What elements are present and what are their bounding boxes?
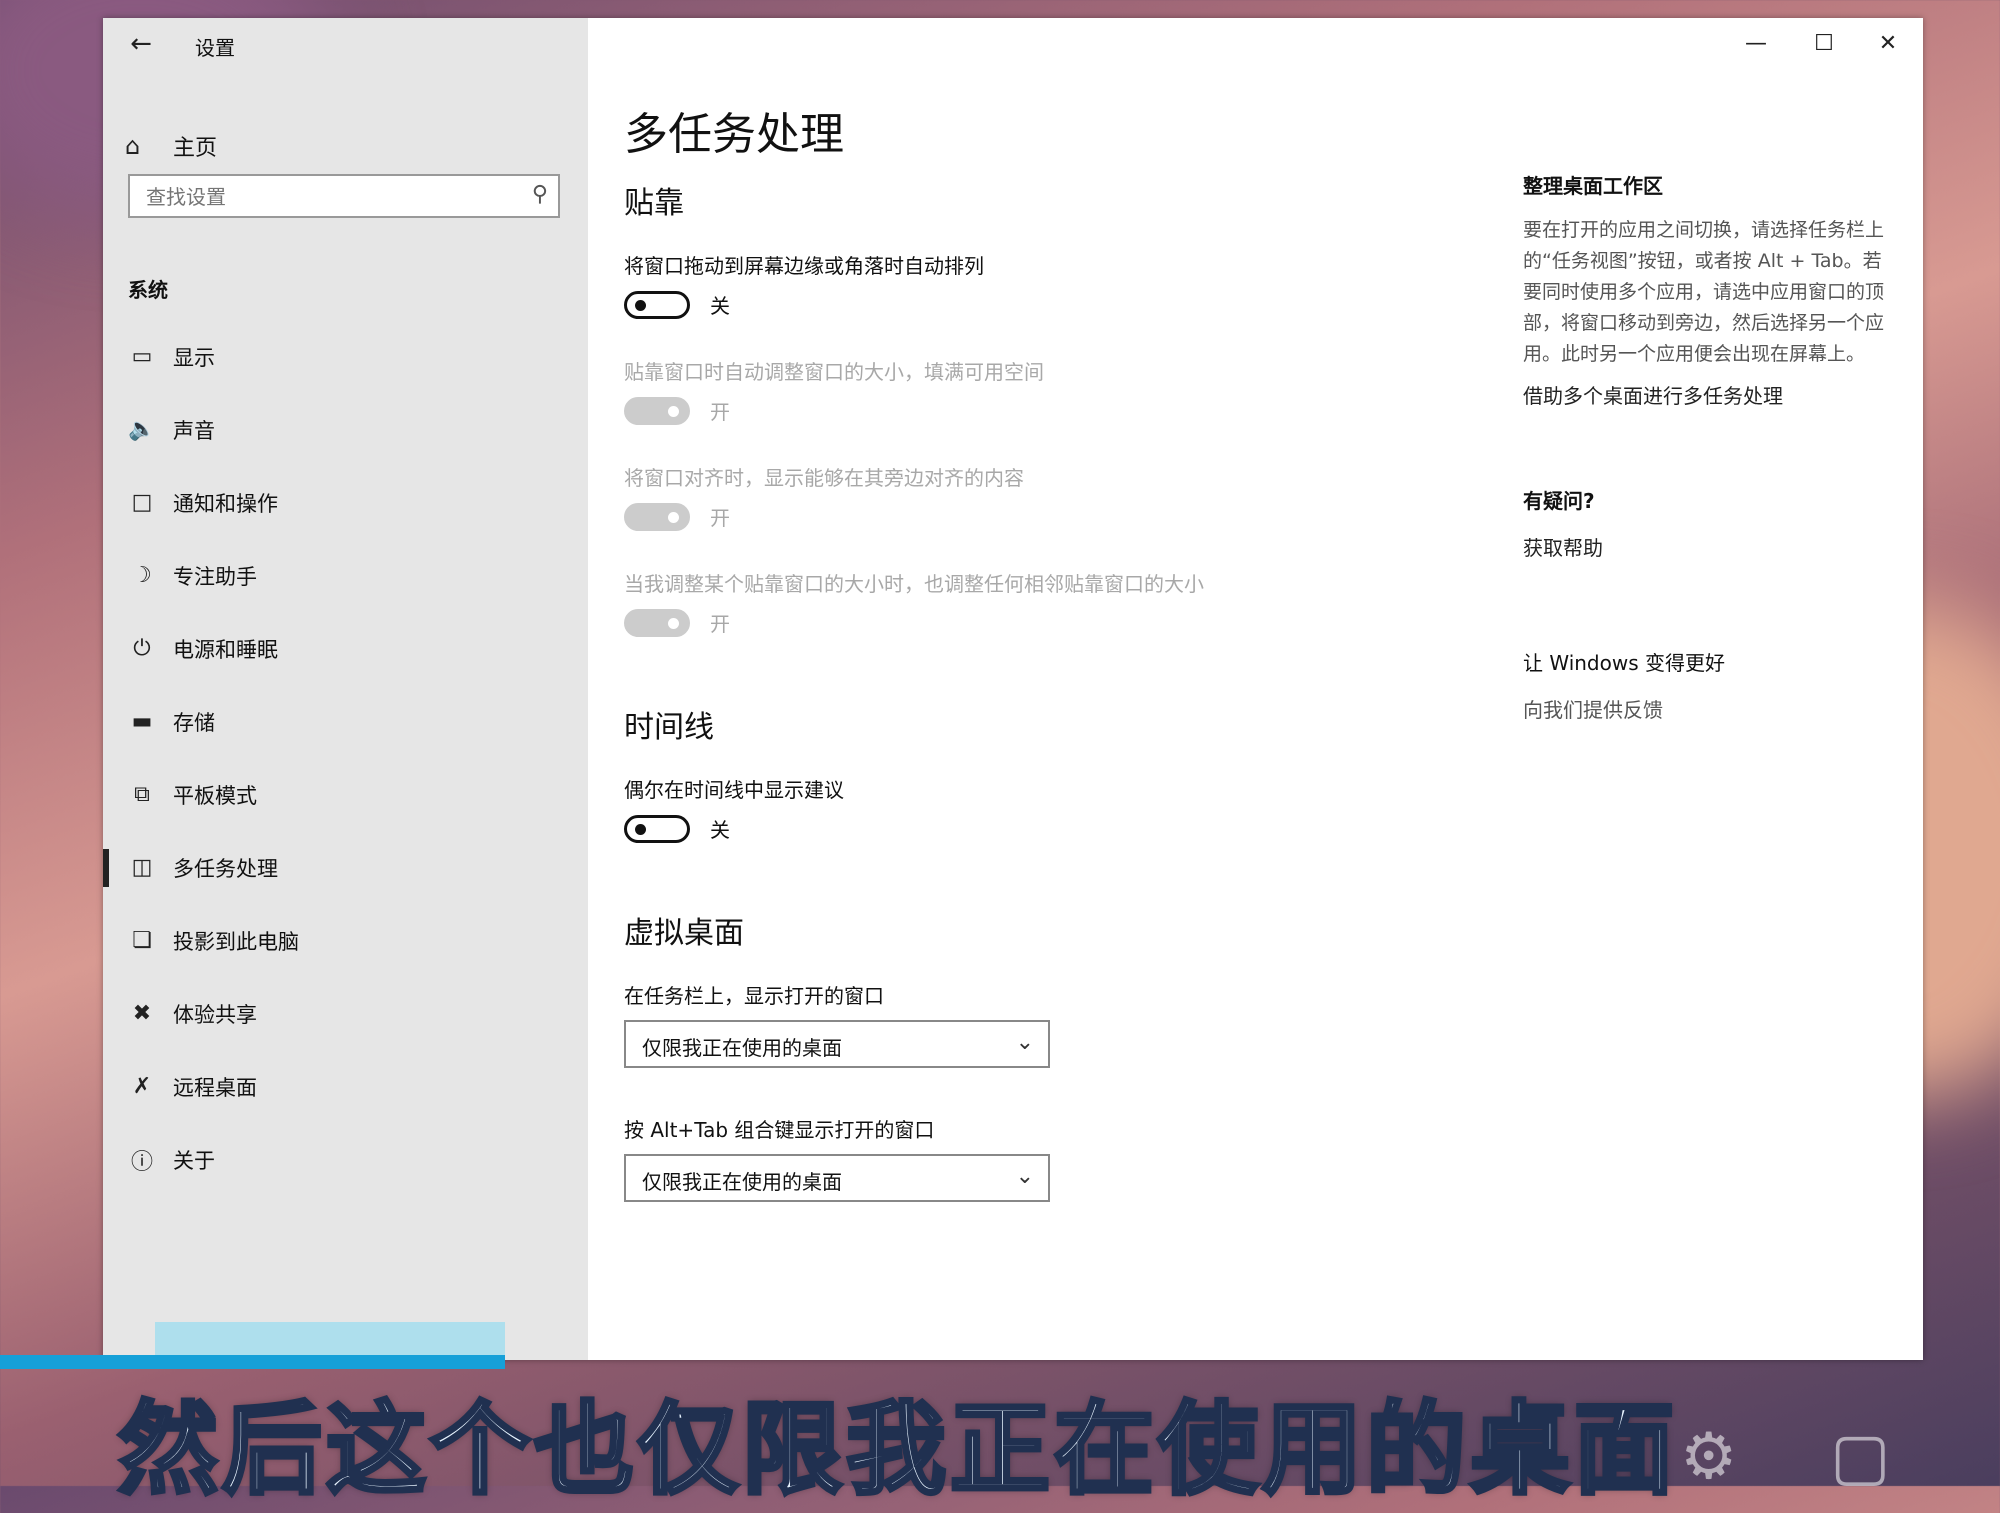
nav-label: 电源和睡眠: [173, 637, 278, 662]
snap-fill-toggle: 开: [624, 396, 730, 425]
maximize-icon[interactable]: ☐: [1793, 24, 1855, 64]
sidebar-item-multitasking[interactable]: ◫ 多任务处理: [103, 831, 588, 904]
notification-icon: □: [131, 490, 153, 515]
nav-label: 远程桌面: [173, 1075, 257, 1100]
search-box[interactable]: ⚲: [128, 174, 560, 218]
home-label: 主页: [173, 136, 218, 161]
titlebar: ← 设置: [103, 18, 588, 68]
nav-label: 投影到此电脑: [173, 929, 299, 954]
snap-resize-toggle: 开: [624, 608, 730, 637]
nav-label: 存储: [173, 710, 215, 735]
toggle-state: 开: [710, 506, 730, 530]
snap-heading: 贴靠: [624, 186, 684, 221]
info-icon: ⓘ: [130, 1149, 153, 1175]
toggle-switch[interactable]: [624, 814, 690, 843]
sidebar-item-notifications[interactable]: □ 通知和操作: [103, 466, 588, 539]
nav-label: 平板模式: [173, 783, 257, 808]
gear-icon[interactable]: ⚙: [1680, 1420, 1737, 1494]
remote-icon: ✗: [132, 1074, 152, 1099]
multiple-desktops-link[interactable]: 借助多个桌面进行多任务处理: [1523, 380, 1893, 409]
snap-fill-label: 贴靠窗口时自动调整窗口的大小，填满可用空间: [624, 360, 1044, 384]
share-icon: ✖: [132, 1001, 152, 1026]
related-panel: 整理桌面工作区 要在打开的应用之间切换，请选择任务栏上的“任务视图”按钮，或者按…: [1523, 170, 1893, 723]
feedback-link[interactable]: 向我们提供反馈: [1523, 694, 1893, 723]
video-subtitle: 然后这个也仅限我正在使用的桌面: [116, 1389, 1678, 1510]
tablet-icon: ⧉: [134, 782, 150, 807]
improve-windows-heading: 让 Windows 变得更好: [1523, 651, 1725, 675]
timeline-toggle[interactable]: 关: [624, 814, 730, 843]
taskbar-windows-dropdown[interactable]: 仅限我正在使用的桌面 ⌄: [624, 1020, 1050, 1068]
dropdown-value: 仅限我正在使用的桌面: [642, 1036, 842, 1060]
home-icon: ⌂: [125, 132, 141, 160]
questions-heading: 有疑问?: [1523, 489, 1595, 513]
virtual-desktops-heading: 虚拟桌面: [624, 916, 744, 951]
sidebar-item-home[interactable]: ⌂ 主页: [125, 126, 217, 166]
settings-window: ← 设置 ⌂ 主页 ⚲ 系统 ▭ 显示 🔈 声音 □ 通知和操作: [103, 18, 1923, 1360]
close-icon[interactable]: ✕: [1857, 24, 1919, 64]
window-title: 设置: [195, 36, 235, 60]
nav-label: 声音: [173, 418, 215, 443]
monitor-icon: ▭: [131, 344, 153, 369]
toggle-state: 关: [710, 818, 730, 842]
sidebar-item-tablet[interactable]: ⧉ 平板模式: [103, 758, 588, 831]
project-icon: ❏: [132, 928, 152, 953]
sidebar-item-sound[interactable]: 🔈 声音: [103, 393, 588, 466]
sidebar-item-project[interactable]: ❏ 投影到此电脑: [103, 904, 588, 977]
timeline-option-label: 偶尔在时间线中显示建议: [624, 778, 844, 802]
sidebar-item-focus-assist[interactable]: ☽ 专注助手: [103, 539, 588, 612]
sidebar-item-storage[interactable]: ▬ 存储: [103, 685, 588, 758]
fullscreen-icon[interactable]: ▢: [1830, 1420, 1890, 1494]
nav-label: 体验共享: [173, 1002, 257, 1027]
nav-label: 多任务处理: [173, 856, 278, 881]
toggle-switch: [624, 502, 690, 531]
power-icon: ⏻: [133, 636, 151, 661]
sidebar-item-about[interactable]: ⓘ 关于: [103, 1123, 588, 1196]
sidebar-item-display[interactable]: ▭ 显示: [103, 320, 588, 393]
nav-label: 显示: [173, 345, 215, 370]
nav-label: 通知和操作: [173, 491, 278, 516]
nav-label: 专注助手: [173, 564, 257, 589]
chevron-down-icon: ⌄: [1015, 1030, 1034, 1055]
aside-description: 要在打开的应用之间切换，请选择任务栏上的“任务视图”按钮，或者按 Alt + T…: [1523, 219, 1885, 365]
nav-label: 关于: [173, 1148, 215, 1173]
chevron-down-icon: ⌄: [1015, 1164, 1034, 1189]
section-label: 系统: [128, 278, 168, 302]
sidebar: ← 设置 ⌂ 主页 ⚲ 系统 ▭ 显示 🔈 声音 □ 通知和操作: [103, 18, 588, 1360]
sidebar-item-shared-experiences[interactable]: ✖ 体验共享: [103, 977, 588, 1050]
page-title: 多任务处理: [624, 109, 844, 160]
arrow-left-icon[interactable]: ←: [125, 28, 157, 60]
alttab-windows-dropdown[interactable]: 仅限我正在使用的桌面 ⌄: [624, 1154, 1050, 1202]
toggle-switch: [624, 396, 690, 425]
snap-option-label: 将窗口拖动到屏幕边缘或角落时自动排列: [624, 254, 984, 278]
storage-icon: ▬: [131, 709, 153, 734]
toggle-switch: [624, 608, 690, 637]
speaker-icon: 🔈: [128, 417, 156, 442]
get-help-link[interactable]: 获取帮助: [1523, 532, 1893, 561]
snap-assist-toggle: 开: [624, 502, 730, 531]
nav-list: ▭ 显示 🔈 声音 □ 通知和操作 ☽ 专注助手 ⏻ 电源和睡眠 ▬ 存储 ⧉ …: [103, 320, 588, 1196]
aside-heading: 整理桌面工作区: [1523, 174, 1663, 198]
minimize-icon[interactable]: —: [1725, 24, 1787, 64]
sidebar-item-power[interactable]: ⏻ 电源和睡眠: [103, 612, 588, 685]
moon-icon: ☽: [132, 563, 152, 588]
dropdown-value: 仅限我正在使用的桌面: [642, 1170, 842, 1194]
toggle-state: 开: [710, 400, 730, 424]
search-input[interactable]: [130, 176, 508, 218]
snap-assist-label: 将窗口对齐时，显示能够在其旁边对齐的内容: [624, 466, 1024, 490]
snap-toggle[interactable]: 关: [624, 290, 730, 319]
toggle-state: 开: [710, 612, 730, 636]
toggle-switch[interactable]: [624, 290, 690, 319]
video-progress-bar[interactable]: [0, 1355, 505, 1369]
search-icon[interactable]: ⚲: [532, 182, 548, 207]
alttab-windows-label: 按 Alt+Tab 组合键显示打开的窗口: [624, 1118, 935, 1142]
multitask-icon: ◫: [131, 855, 153, 880]
snap-resize-label: 当我调整某个贴靠窗口的大小时，也调整任何相邻贴靠窗口的大小: [624, 572, 1204, 596]
taskbar-windows-label: 在任务栏上，显示打开的窗口: [624, 984, 884, 1008]
timeline-heading: 时间线: [624, 710, 714, 745]
sidebar-item-remote-desktop[interactable]: ✗ 远程桌面: [103, 1050, 588, 1123]
toggle-state: 关: [710, 294, 730, 318]
